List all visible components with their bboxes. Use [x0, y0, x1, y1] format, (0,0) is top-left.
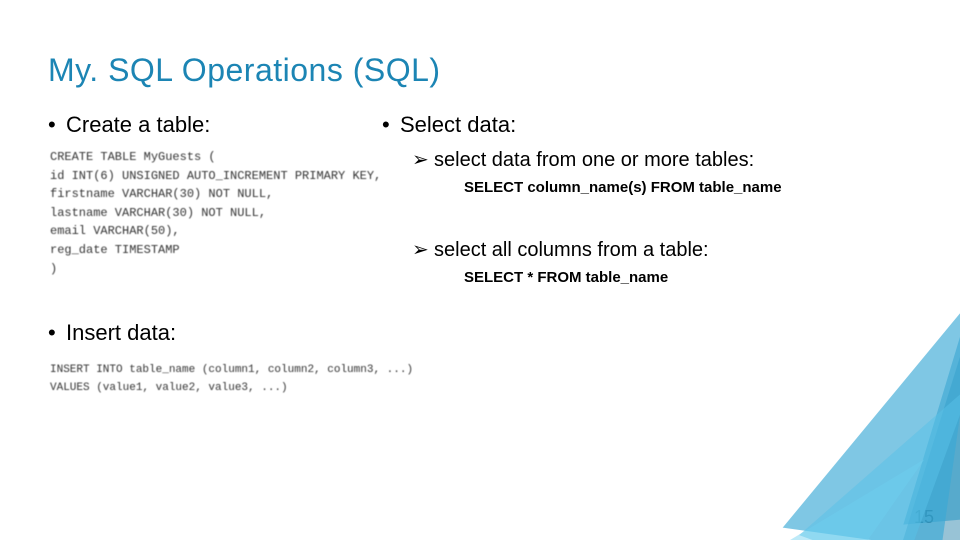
create-table-code: CREATE TABLE MyGuests ( id INT(6) UNSIGN…	[50, 148, 383, 278]
left-column: •Create a table: CREATE TABLE MyGuests (…	[48, 112, 383, 278]
insert-data-code: INSERT INTO table_name (column1, column2…	[50, 362, 413, 397]
arrow-icon: ➢	[412, 148, 434, 173]
sub1-sql: SELECT column_name(s) FROM table_name	[464, 179, 892, 196]
arrow-icon: ➢	[412, 238, 434, 263]
sub1-line: ➢select data from one or more tables:	[412, 148, 892, 173]
slide-title: My. SQL Operations (SQL)	[48, 52, 441, 89]
sub2-line: ➢select all columns from a table:	[412, 238, 892, 263]
sub2-text: select all columns from a table:	[434, 239, 709, 261]
bullet-dot-icon: •	[48, 320, 66, 346]
bullet-create-table: •Create a table:	[48, 112, 383, 138]
bullet-dot-icon: •	[48, 112, 66, 138]
bullet-insert-data: •Insert data:	[48, 320, 176, 346]
sub1-text: select data from one or more tables:	[434, 149, 754, 171]
create-table-label: Create a table:	[66, 112, 210, 137]
sub-block-1: ➢select data from one or more tables: SE…	[412, 148, 892, 196]
page-number: 15	[914, 507, 934, 528]
sub2-sql: SELECT * FROM table_name	[464, 269, 892, 286]
slide: My. SQL Operations (SQL) •Create a table…	[0, 0, 960, 540]
right-column: •Select data: ➢select data from one or m…	[382, 112, 892, 286]
sub-block-2: ➢select all columns from a table: SELECT…	[412, 238, 892, 286]
bullet-dot-icon: •	[382, 112, 400, 138]
insert-data-label: Insert data:	[66, 320, 176, 345]
bullet-select-data: •Select data:	[382, 112, 892, 138]
select-data-label: Select data:	[400, 112, 516, 137]
